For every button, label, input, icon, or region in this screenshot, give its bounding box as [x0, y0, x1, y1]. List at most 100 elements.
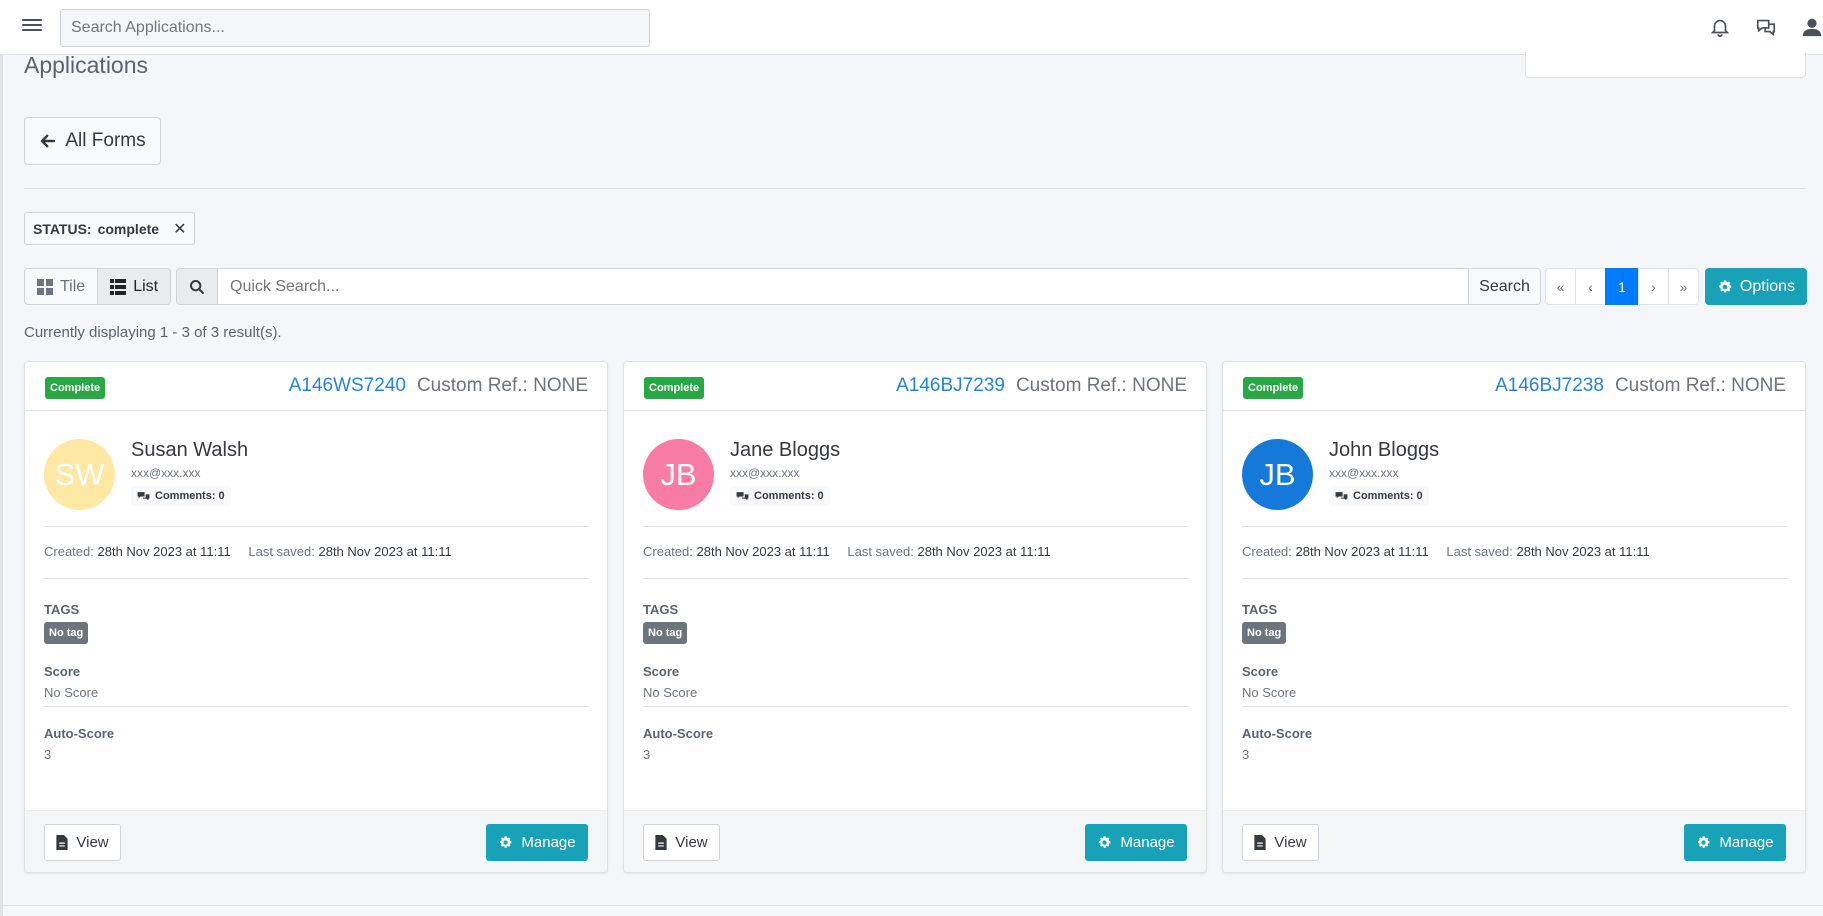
- search-icon: [177, 269, 218, 304]
- last-saved-label: Last saved:: [248, 544, 315, 559]
- tile-label: Tile: [60, 277, 86, 295]
- manage-button[interactable]: Manage: [486, 824, 588, 861]
- comments-count: Comments: 0: [155, 490, 225, 502]
- file-icon: [655, 835, 667, 850]
- view-label: View: [76, 834, 109, 851]
- page-1-button[interactable]: 1: [1605, 268, 1639, 305]
- auto-score-label: Auto-Score: [643, 726, 714, 741]
- search-applications-input[interactable]: [60, 9, 650, 47]
- comments-count: Comments: 0: [1353, 490, 1423, 502]
- tile-view-button[interactable]: Tile: [25, 269, 99, 304]
- applicant-name: John Bloggs: [1329, 439, 1440, 461]
- next-page-button[interactable]: ›: [1638, 268, 1669, 305]
- chat-icon[interactable]: [1755, 16, 1777, 38]
- auto-score-value: 3: [44, 747, 52, 762]
- auto-score-value: 3: [643, 747, 651, 762]
- list-icon: [110, 278, 127, 295]
- card-footer: View Manage: [624, 810, 1206, 872]
- last-page-button[interactable]: »: [1668, 268, 1699, 305]
- comments-badge[interactable]: Comments: 0: [730, 486, 830, 506]
- user-icon[interactable]: [1801, 16, 1823, 38]
- score-value: No Score: [1242, 685, 1297, 700]
- divider: [643, 578, 1188, 579]
- first-page-button[interactable]: «: [1545, 268, 1576, 305]
- status-badge: Complete: [644, 377, 705, 399]
- top-navbar: [0, 0, 1823, 55]
- divider: [643, 526, 1188, 527]
- grid-icon: [37, 278, 53, 295]
- created-value: 28th Nov 2023 at 11:11: [97, 544, 231, 559]
- dates-row: Created: 28th Nov 2023 at 11:11 Last sav…: [643, 544, 1051, 559]
- divider: [44, 526, 589, 527]
- divider: [1242, 706, 1787, 707]
- top-right-card: [1525, 52, 1806, 78]
- created-label: Created:: [643, 544, 693, 559]
- bell-icon[interactable]: [1709, 16, 1731, 38]
- auto-score-label: Auto-Score: [1242, 726, 1313, 741]
- filter-value: complete: [97, 220, 160, 237]
- last-saved-label: Last saved:: [1446, 544, 1513, 559]
- tag-badge: No tag: [1242, 622, 1287, 644]
- last-saved-label: Last saved:: [847, 544, 914, 559]
- custom-ref: Custom Ref.: NONE: [1015, 375, 1187, 396]
- applicant-email: xxx@xxx.xxx: [730, 466, 800, 480]
- avatar: JB: [643, 439, 714, 510]
- application-card: Complete A146BJ7238 Custom Ref.: NONE JB…: [1222, 361, 1806, 873]
- comments-count: Comments: 0: [754, 490, 824, 502]
- last-saved-value: 28th Nov 2023 at 11:11: [1516, 544, 1650, 559]
- list-view-button[interactable]: List: [98, 269, 171, 304]
- view-button[interactable]: View: [1242, 824, 1319, 861]
- manage-label: Manage: [521, 834, 576, 851]
- tags-label: TAGS: [643, 602, 679, 617]
- divider: [1242, 526, 1787, 527]
- view-label: View: [1274, 834, 1307, 851]
- filter-label: STATUS:: [33, 220, 92, 237]
- remove-filter-icon[interactable]: ✕: [173, 219, 186, 239]
- status-badge: Complete: [1243, 377, 1304, 399]
- divider: [643, 706, 1188, 707]
- status-badge: Complete: [45, 377, 106, 399]
- all-forms-label: All Forms: [65, 130, 146, 151]
- comments-icon: [137, 491, 150, 500]
- manage-button[interactable]: Manage: [1684, 824, 1786, 861]
- view-button[interactable]: View: [643, 824, 720, 861]
- footer-divider: [0, 905, 1823, 906]
- pagination: « ‹ 1 › »: [1545, 268, 1699, 305]
- comments-badge[interactable]: Comments: 0: [131, 486, 231, 506]
- search-button[interactable]: Search: [1468, 269, 1540, 304]
- file-icon: [1254, 835, 1266, 850]
- applicant-name: Susan Walsh: [131, 439, 249, 461]
- tags-label: TAGS: [44, 602, 80, 617]
- score-label: Score: [643, 664, 680, 679]
- prev-page-button[interactable]: ‹: [1575, 268, 1606, 305]
- created-value: 28th Nov 2023 at 11:11: [1295, 544, 1429, 559]
- score-label: Score: [1242, 664, 1279, 679]
- manage-button[interactable]: Manage: [1085, 824, 1187, 861]
- comments-badge[interactable]: Comments: 0: [1329, 486, 1429, 506]
- tag-badge: No tag: [44, 622, 89, 644]
- view-toggle: Tile List: [24, 268, 172, 305]
- avatar: SW: [44, 439, 115, 510]
- application-ref-link[interactable]: A146BJ7239: [896, 375, 1005, 397]
- quick-search-input[interactable]: [218, 269, 1468, 304]
- applicant-email: xxx@xxx.xxx: [131, 466, 201, 480]
- score-label: Score: [44, 664, 81, 679]
- applicant-name: Jane Bloggs: [730, 439, 841, 461]
- last-saved-value: 28th Nov 2023 at 11:11: [318, 544, 452, 559]
- view-button[interactable]: View: [44, 824, 121, 861]
- comments-icon: [1335, 491, 1348, 500]
- dates-row: Created: 28th Nov 2023 at 11:11 Last sav…: [1242, 544, 1650, 559]
- application-card: Complete A146BJ7239 Custom Ref.: NONE JB…: [623, 361, 1207, 873]
- avatar: JB: [1242, 439, 1313, 510]
- application-card: Complete A146WS7240 Custom Ref.: NONE SW…: [24, 361, 608, 873]
- auto-score-label: Auto-Score: [44, 726, 115, 741]
- all-forms-button[interactable]: All Forms: [24, 117, 161, 165]
- application-ref-link[interactable]: A146WS7240: [289, 375, 406, 397]
- view-label: View: [675, 834, 708, 851]
- menu-icon[interactable]: [22, 16, 42, 36]
- application-ref-link[interactable]: A146BJ7238: [1495, 375, 1604, 397]
- created-value: 28th Nov 2023 at 11:11: [696, 544, 830, 559]
- options-button[interactable]: Options: [1705, 268, 1807, 305]
- divider: [1242, 578, 1787, 579]
- gear-icon: [1099, 836, 1111, 848]
